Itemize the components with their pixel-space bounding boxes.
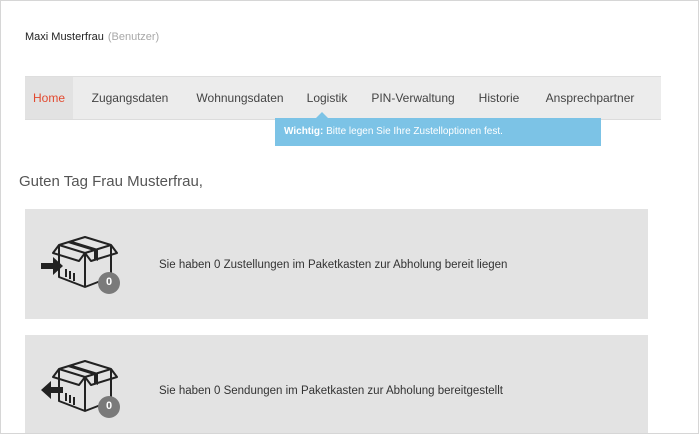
main-navigation: Home Zugangsdaten Wohnungsdaten Logistik… <box>25 76 661 120</box>
info-tooltip: Wichtig: Bitte legen Sie Ihre Zustellopt… <box>275 112 601 146</box>
nav-tab-zugangsdaten[interactable]: Zugangsdaten <box>87 77 173 119</box>
outgoing-shipments-card[interactable]: 0 Sie haben 0 Sendungen im Paketkasten z… <box>25 335 648 433</box>
nav-tab-ansprechpartner[interactable]: Ansprechpartner <box>537 77 643 119</box>
nav-tab-wohnungsdaten[interactable]: Wohnungsdaten <box>191 77 289 119</box>
outgoing-shipments-text: Sie haben 0 Sendungen im Paketkasten zur… <box>159 385 503 397</box>
incoming-deliveries-text: Sie haben 0 Zustellungen im Paketkasten … <box>159 259 508 271</box>
user-role: (Benutzer) <box>107 31 160 43</box>
user-name: Maxi Musterfrau <box>25 31 104 43</box>
nav-tab-pin-verwaltung[interactable]: PIN-Verwaltung <box>365 77 461 119</box>
outgoing-count-badge: 0 <box>105 400 113 412</box>
portal-page: Maxi Musterfrau (Benutzer) Home Zugangsda… <box>0 0 699 434</box>
greeting-heading: Guten Tag Frau Musterfrau, <box>19 173 203 190</box>
nav-tab-home[interactable]: Home <box>25 77 73 119</box>
tooltip-text: Bitte legen Sie Ihre Zustelloptionen fes… <box>326 126 503 137</box>
incoming-deliveries-card[interactable]: 0 Sie haben 0 Zustellungen im Paketkaste… <box>25 209 648 319</box>
user-info: Maxi Musterfrau (Benutzer) <box>25 31 159 43</box>
nav-tab-historie[interactable]: Historie <box>473 77 525 119</box>
tooltip-label: Wichtig: <box>284 126 324 137</box>
incoming-count-badge: 0 <box>105 276 113 288</box>
